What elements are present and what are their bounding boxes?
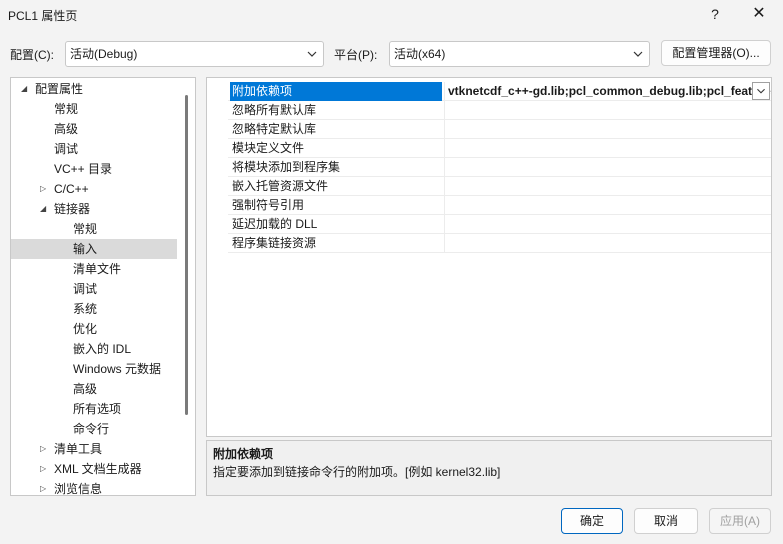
title-bar: PCL1 属性页 ? ✕: [0, 0, 783, 30]
property-value[interactable]: [444, 234, 771, 253]
tree-item-label: C/C++: [54, 182, 89, 196]
tree-item-label: 系统: [73, 302, 98, 316]
tree-item-label: 浏览信息: [54, 482, 103, 496]
platform-label: 平台(P):: [334, 48, 378, 62]
tree-item[interactable]: 常规: [11, 99, 177, 119]
ok-button[interactable]: 确定: [561, 508, 623, 534]
description-panel: 附加依赖项 指定要添加到链接命令行的附加项。[例如 kernel32.lib]: [206, 440, 772, 496]
config-select[interactable]: 活动(Debug): [65, 41, 324, 67]
property-row[interactable]: 忽略所有默认库: [228, 101, 771, 120]
chevron-down-icon: [307, 51, 317, 57]
tree-item[interactable]: 优化: [11, 319, 177, 339]
tree-item[interactable]: ◢ 配置属性: [11, 79, 177, 99]
property-row[interactable]: 延迟加载的 DLL: [228, 215, 771, 234]
tree-item[interactable]: 调试: [11, 139, 177, 159]
tree-item[interactable]: ▷ 浏览信息: [11, 479, 177, 496]
property-row[interactable]: 忽略特定默认库: [228, 120, 771, 139]
tree-item-label: 高级: [73, 382, 98, 396]
tree-item-label: Windows 元数据: [73, 362, 162, 376]
chevron-down-icon: [633, 51, 643, 57]
tree-item[interactable]: ▷ XML 文档生成器: [11, 459, 177, 479]
tree-item-label: 嵌入的 IDL: [73, 342, 132, 356]
tree-item-label: 调试: [54, 142, 79, 156]
property-value[interactable]: vtknetcdf_c++-gd.lib;pcl_common_debug.li…: [444, 82, 771, 101]
property-name: 忽略所有默认库: [232, 103, 317, 117]
property-row[interactable]: 模块定义文件: [228, 139, 771, 158]
expanded-arrow-icon[interactable]: ◢: [21, 79, 31, 99]
tree-item[interactable]: ▷ 清单工具: [11, 439, 177, 459]
property-row[interactable]: 附加依赖项 vtknetcdf_c++-gd.lib;pcl_common_deb…: [228, 82, 771, 101]
description-text: 指定要添加到链接命令行的附加项。[例如 kernel32.lib]: [213, 465, 501, 479]
tree-item-label: 常规: [73, 222, 98, 236]
value-dropdown-icon[interactable]: [752, 82, 770, 100]
property-name: 延迟加载的 DLL: [232, 217, 318, 231]
tree-item[interactable]: 高级: [11, 379, 177, 399]
tree-item[interactable]: ◢ 链接器: [11, 199, 177, 219]
tree-item-label: 链接器: [54, 202, 91, 216]
property-row[interactable]: 将模块添加到程序集: [228, 158, 771, 177]
collapsed-arrow-icon[interactable]: ▷: [40, 459, 50, 479]
collapsed-arrow-icon[interactable]: ▷: [40, 439, 50, 459]
apply-button[interactable]: 应用(A): [709, 508, 771, 534]
property-value[interactable]: [444, 177, 771, 196]
tree-item-label: 命令行: [73, 422, 110, 436]
platform-select-value: 活动(x64): [394, 47, 446, 61]
close-button[interactable]: ✕: [744, 2, 774, 26]
tree-item[interactable]: 输入: [11, 239, 177, 259]
tree-item[interactable]: 调试: [11, 279, 177, 299]
property-name: 将模块添加到程序集: [232, 160, 341, 174]
property-value[interactable]: [444, 120, 771, 139]
property-grid[interactable]: 附加依赖项 vtknetcdf_c++-gd.lib;pcl_common_deb…: [206, 77, 772, 437]
property-name: 嵌入托管资源文件: [232, 179, 329, 193]
tree-item-label: 所有选项: [73, 402, 122, 416]
tree-item-label: 优化: [73, 322, 98, 336]
tree-item[interactable]: 常规: [11, 219, 177, 239]
property-value[interactable]: [444, 101, 771, 120]
config-manager-button[interactable]: 配置管理器(O)...: [661, 40, 771, 66]
platform-select[interactable]: 活动(x64): [389, 41, 650, 67]
tree-item-label: 高级: [54, 122, 79, 136]
tree-item[interactable]: Windows 元数据: [11, 359, 177, 379]
tree-item[interactable]: 命令行: [11, 419, 177, 439]
property-row[interactable]: 嵌入托管资源文件: [228, 177, 771, 196]
window-title: PCL1 属性页: [8, 9, 78, 23]
config-label: 配置(C):: [10, 48, 54, 62]
property-row[interactable]: 强制符号引用: [228, 196, 771, 215]
property-name: 程序集链接资源: [232, 236, 317, 250]
collapsed-arrow-icon[interactable]: ▷: [40, 479, 50, 495]
property-value[interactable]: [444, 196, 771, 215]
tree-item[interactable]: ▷ C/C++: [11, 179, 177, 199]
property-value[interactable]: [444, 139, 771, 158]
tree-item[interactable]: 系统: [11, 299, 177, 319]
property-value[interactable]: [444, 215, 771, 234]
property-name: 附加依赖项: [230, 82, 442, 101]
description-title: 附加依赖项: [213, 447, 274, 461]
tree-item[interactable]: 所有选项: [11, 399, 177, 419]
tree-item-label: 输入: [73, 242, 98, 256]
config-select-value: 活动(Debug): [70, 47, 138, 61]
property-name: 强制符号引用: [232, 198, 305, 212]
collapsed-arrow-icon[interactable]: ▷: [40, 179, 50, 199]
expanded-arrow-icon[interactable]: ◢: [40, 199, 50, 219]
tree-item[interactable]: 清单文件: [11, 259, 177, 279]
property-value[interactable]: [444, 158, 771, 177]
tree-item-label: XML 文档生成器: [54, 462, 142, 476]
property-row[interactable]: 程序集链接资源: [228, 234, 771, 253]
tree-item-label: 调试: [73, 282, 98, 296]
tree-scrollbar[interactable]: [185, 95, 188, 415]
property-name: 模块定义文件: [232, 141, 305, 155]
property-tree[interactable]: ◢ 配置属性 常规 高级 调试 VC++ 目录 ▷ C/C++ ◢ 链接器 常规 输入 清单文件 调试 系统…: [10, 77, 196, 496]
cancel-button[interactable]: 取消: [634, 508, 698, 534]
tree-item[interactable]: VC++ 目录: [11, 159, 177, 179]
tree-item[interactable]: 嵌入的 IDL: [11, 339, 177, 359]
property-name: 忽略特定默认库: [232, 122, 317, 136]
help-button[interactable]: ?: [700, 2, 730, 26]
tree-item-label: 清单工具: [54, 442, 103, 456]
tree-item-label: 配置属性: [35, 82, 84, 96]
tree-item-label: 常规: [54, 102, 79, 116]
tree-item[interactable]: 高级: [11, 119, 177, 139]
tree-item-label: VC++ 目录: [54, 162, 113, 176]
tree-item-label: 清单文件: [73, 262, 122, 276]
